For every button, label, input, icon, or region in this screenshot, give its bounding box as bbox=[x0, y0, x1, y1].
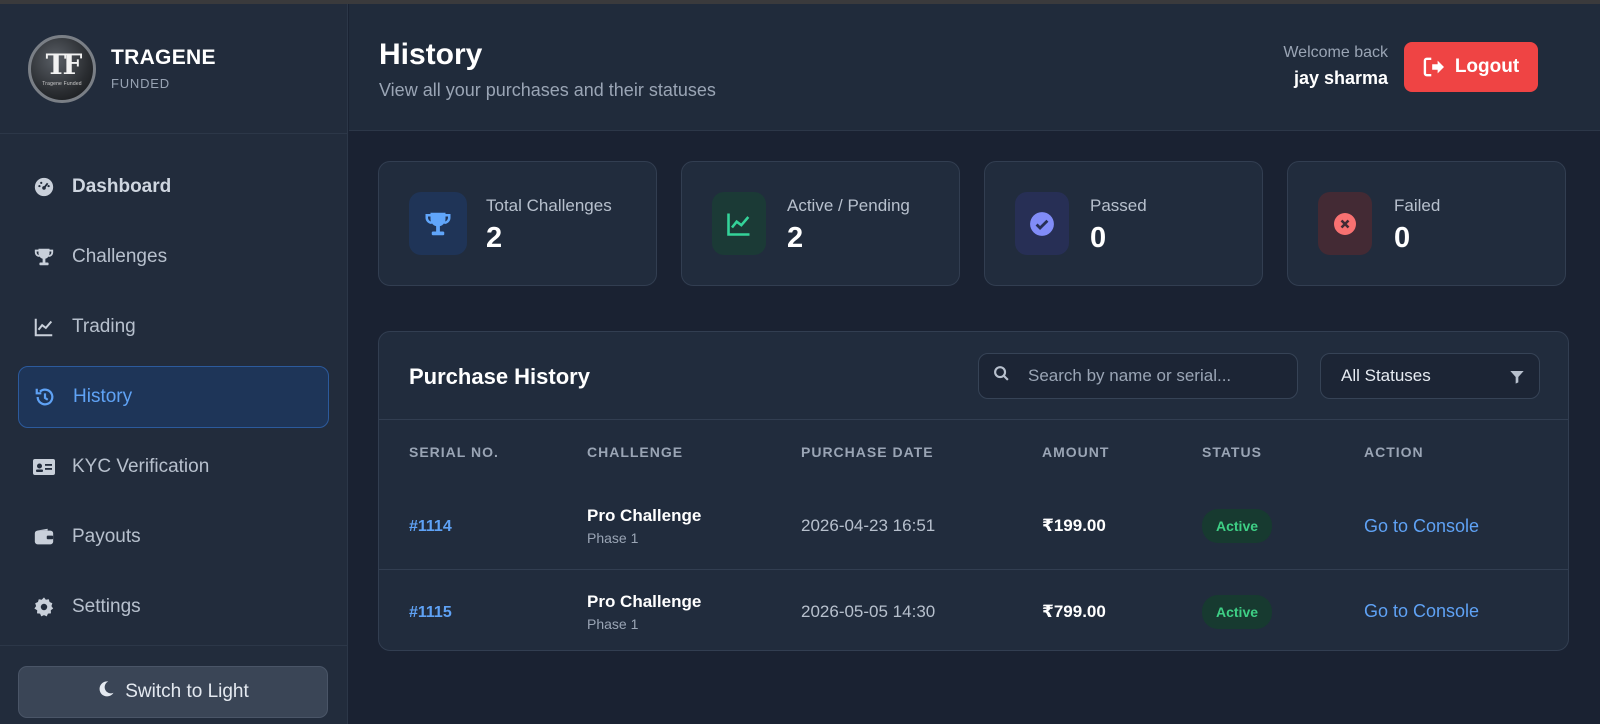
brand: TF Tragene Funded TRAGENE FUNDED bbox=[0, 4, 347, 134]
logo-caption: Tragene Funded bbox=[42, 80, 82, 87]
moon-icon bbox=[97, 680, 115, 704]
status-filter-value: All Statuses bbox=[1341, 366, 1431, 385]
col-header-challenge: CHALLENGE bbox=[587, 444, 684, 460]
sidebar-footer: Switch to Light bbox=[0, 645, 348, 724]
sidebar-item-label: Dashboard bbox=[72, 176, 172, 197]
trophy-icon bbox=[32, 245, 56, 269]
sidebar-item-trading[interactable]: Trading bbox=[18, 296, 329, 358]
challenge-phase: Phase 1 bbox=[587, 615, 639, 632]
logo-mark: TF bbox=[45, 47, 83, 81]
check-circle-icon bbox=[1015, 192, 1069, 255]
sidebar-nav: Dashboard Challenges Trading History KYC… bbox=[0, 134, 347, 638]
purchase-date: 2026-04-23 16:51 bbox=[801, 516, 936, 536]
stat-value: 2 bbox=[486, 222, 503, 254]
amount: ₹199.00 bbox=[1042, 516, 1106, 536]
sidebar-item-label: Settings bbox=[72, 596, 141, 617]
logout-button[interactable]: Logout bbox=[1404, 42, 1538, 92]
trophy-icon bbox=[409, 192, 467, 255]
amount: ₹799.00 bbox=[1012, 568, 1172, 650]
table-row: #1114 Pro Challenge Phase 1 2026-04-23 1… bbox=[379, 484, 1568, 569]
panel-header: Purchase History All Statuses bbox=[379, 332, 1568, 420]
chart-line-icon bbox=[712, 192, 766, 255]
table-row: #1115 Pro Challenge Phase 1 2026-05-05 1… bbox=[379, 568, 1568, 650]
status-filter-select[interactable]: All Statuses bbox=[1320, 353, 1540, 399]
purchase-history-panel: Purchase History All Statuses SERIAL NO.… bbox=[378, 331, 1569, 651]
sidebar-item-label: Trading bbox=[72, 316, 136, 337]
table-header-row: SERIAL NO. CHALLENGE PURCHASE DATE AMOUN… bbox=[379, 420, 1568, 484]
stat-label: Passed bbox=[1090, 196, 1147, 215]
sidebar-item-label: Payouts bbox=[72, 526, 141, 547]
theme-toggle-button[interactable]: Switch to Light bbox=[18, 666, 328, 718]
stat-card-passed: Passed 0 bbox=[984, 161, 1263, 286]
user-greeting: Welcome back jay sharma bbox=[1283, 44, 1388, 89]
sidebar-item-history[interactable]: History bbox=[18, 366, 329, 428]
sidebar: TF Tragene Funded TRAGENE FUNDED Dashboa… bbox=[0, 4, 348, 724]
col-header-serial: SERIAL NO. bbox=[409, 444, 499, 460]
col-header-amount: AMOUNT bbox=[1042, 444, 1110, 460]
stat-label: Failed bbox=[1394, 196, 1441, 215]
history-icon bbox=[33, 385, 57, 409]
sidebar-item-challenges[interactable]: Challenges bbox=[18, 226, 329, 288]
go-to-console-link[interactable]: Go to Console bbox=[1364, 601, 1479, 621]
challenge-phase: Phase 1 bbox=[587, 530, 639, 547]
serial-link[interactable]: #1115 bbox=[409, 604, 452, 621]
stat-value: 0 bbox=[1090, 222, 1107, 254]
brand-logo[interactable]: TF Tragene Funded bbox=[28, 34, 96, 103]
page-subtitle: View all your purchases and their status… bbox=[379, 80, 716, 100]
stat-value: 0 bbox=[1394, 222, 1411, 254]
brand-subtitle: FUNDED bbox=[111, 76, 170, 91]
sidebar-item-kyc[interactable]: KYC Verification bbox=[18, 436, 329, 498]
serial-link[interactable]: #1114 bbox=[409, 518, 452, 535]
purchase-table: SERIAL NO. CHALLENGE PURCHASE DATE AMOUN… bbox=[379, 420, 1568, 650]
sidebar-item-payouts[interactable]: Payouts bbox=[18, 506, 329, 568]
search-input[interactable] bbox=[1028, 366, 1278, 386]
sidebar-item-label: Challenges bbox=[72, 246, 168, 267]
sidebar-item-label: KYC Verification bbox=[72, 456, 210, 477]
col-header-status: STATUS bbox=[1202, 444, 1262, 460]
col-header-date: PURCHASE DATE bbox=[801, 444, 934, 460]
challenge-name: Pro Challenge bbox=[587, 506, 702, 526]
id-card-icon bbox=[32, 455, 56, 479]
page-title: History bbox=[379, 38, 483, 71]
wallet-icon bbox=[32, 525, 56, 549]
brand-name: TRAGENE bbox=[111, 46, 216, 69]
filter-icon bbox=[1509, 369, 1525, 390]
welcome-text: Welcome back bbox=[1283, 44, 1388, 61]
gear-icon bbox=[32, 595, 56, 619]
panel-title: Purchase History bbox=[409, 364, 590, 389]
go-to-console-link[interactable]: Go to Console bbox=[1364, 516, 1479, 536]
stat-card-total: Total Challenges 2 bbox=[378, 161, 657, 286]
sidebar-item-dashboard[interactable]: Dashboard bbox=[18, 156, 329, 218]
theme-toggle-label: Switch to Light bbox=[125, 681, 249, 702]
stat-label: Active / Pending bbox=[787, 196, 910, 215]
sidebar-item-settings[interactable]: Settings bbox=[18, 576, 329, 638]
col-header-action: ACTION bbox=[1364, 444, 1424, 460]
search-box bbox=[978, 353, 1298, 399]
stat-card-failed: Failed 0 bbox=[1287, 161, 1566, 286]
user-name: jay sharma bbox=[1293, 68, 1388, 88]
stat-value: 2 bbox=[787, 222, 804, 254]
challenge-name: Pro Challenge bbox=[587, 591, 702, 611]
gauge-icon bbox=[32, 175, 56, 199]
search-icon bbox=[993, 365, 1010, 387]
stat-card-active: Active / Pending 2 bbox=[681, 161, 960, 286]
purchase-date: 2026-05-05 14:30 bbox=[771, 568, 1012, 650]
status-badge: Active bbox=[1202, 594, 1273, 629]
brand-text: TRAGENE FUNDED bbox=[111, 46, 216, 91]
status-badge: Active bbox=[1202, 509, 1273, 544]
sidebar-item-label: History bbox=[73, 386, 133, 407]
stat-label: Total Challenges bbox=[486, 196, 612, 215]
x-circle-icon bbox=[1318, 192, 1372, 255]
chart-line-icon bbox=[32, 315, 56, 339]
page-header: History View all your purchases and thei… bbox=[349, 4, 1600, 131]
logout-label: Logout bbox=[1454, 56, 1520, 77]
logout-icon bbox=[1423, 57, 1445, 77]
